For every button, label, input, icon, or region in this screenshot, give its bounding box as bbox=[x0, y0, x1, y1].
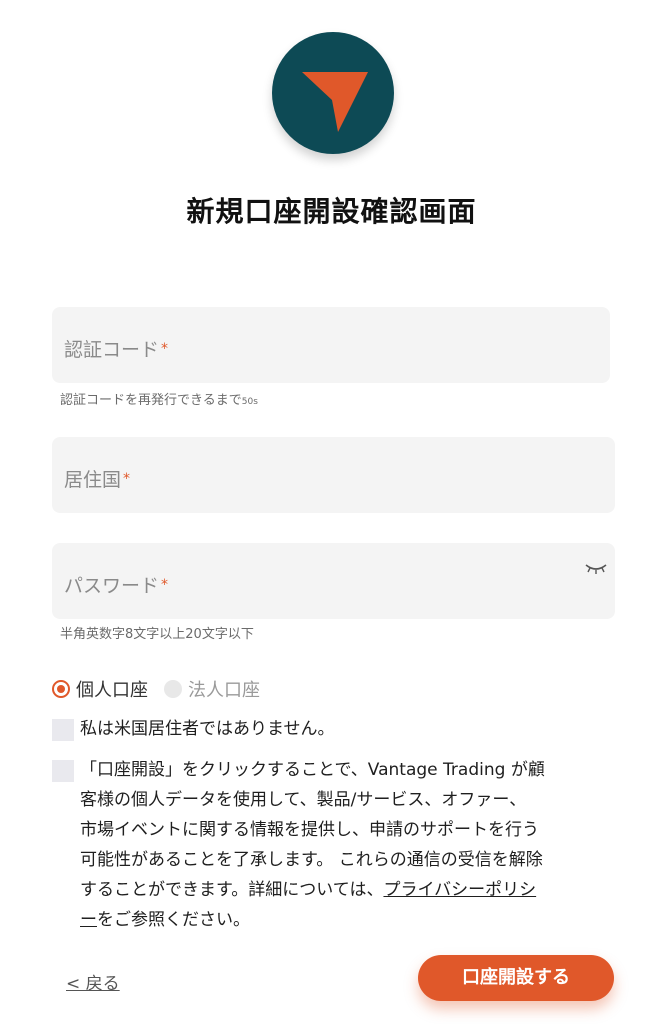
privacy-policy-link[interactable]: プライバシーポリシ bbox=[383, 880, 536, 900]
brand-logo bbox=[272, 32, 394, 154]
resend-countdown: 50s bbox=[241, 397, 258, 407]
radio-individual-account[interactable]: 個人口座 bbox=[52, 676, 148, 702]
radio-unselected-indicator bbox=[164, 680, 182, 698]
consent-text: 「口座開設」をクリックすることで、Vantage Trading が顧 客様の個… bbox=[80, 755, 620, 935]
consent-line: ーをご参照ください。 bbox=[80, 910, 250, 930]
password-placeholder: パスワード * bbox=[64, 575, 169, 597]
radio-selected-indicator bbox=[52, 680, 70, 698]
us-resident-label: 私は米国居住者ではありません。 bbox=[80, 719, 335, 739]
verification-code-input[interactable]: 認証コード * bbox=[52, 307, 610, 383]
consent-line: 可能性があることを了承します。 これらの通信の受信を解除 bbox=[80, 850, 543, 870]
verification-code-placeholder: 認証コード * bbox=[64, 339, 169, 361]
page-title: 新規口座開設確認画面 bbox=[186, 195, 477, 228]
country-select[interactable]: 居住国 * bbox=[52, 437, 615, 513]
account-type-group: 個人口座 法人口座 bbox=[52, 677, 276, 701]
logo-arrow-icon bbox=[302, 72, 368, 132]
country-placeholder: 居住国 * bbox=[64, 469, 131, 491]
open-account-button[interactable]: 口座開設する bbox=[418, 955, 614, 1001]
eye-closed-icon[interactable] bbox=[585, 563, 607, 575]
required-mark: * bbox=[123, 471, 131, 487]
password-input[interactable]: パスワード * bbox=[52, 543, 615, 619]
consent-checkbox[interactable] bbox=[52, 760, 74, 782]
privacy-policy-link-cont[interactable]: ー bbox=[80, 910, 97, 930]
back-link[interactable]: < 戻る bbox=[66, 969, 120, 994]
required-mark: * bbox=[161, 577, 169, 593]
consent-line: 客様の個人データを使用して、製品/サービス、オファー、 bbox=[80, 790, 527, 810]
radio-corporate-account[interactable]: 法人口座 bbox=[164, 676, 260, 702]
radio-individual-label: 個人口座 bbox=[76, 680, 148, 701]
consent-line: することができます。詳細については、プライバシーポリシ bbox=[80, 880, 537, 900]
us-resident-checkbox[interactable] bbox=[52, 719, 74, 741]
consent-line: 市場イベントに関する情報を提供し、申請のサポートを行う bbox=[80, 820, 539, 840]
password-hint: 半角英数字8文字以上20文字以下 bbox=[60, 627, 254, 642]
resend-code-hint: 認証コードを再発行できるまで50s bbox=[60, 393, 258, 408]
consent-line: 「口座開設」をクリックすることで、Vantage Trading が顧 bbox=[80, 760, 545, 780]
required-mark: * bbox=[161, 341, 169, 357]
radio-corporate-label: 法人口座 bbox=[188, 680, 260, 701]
